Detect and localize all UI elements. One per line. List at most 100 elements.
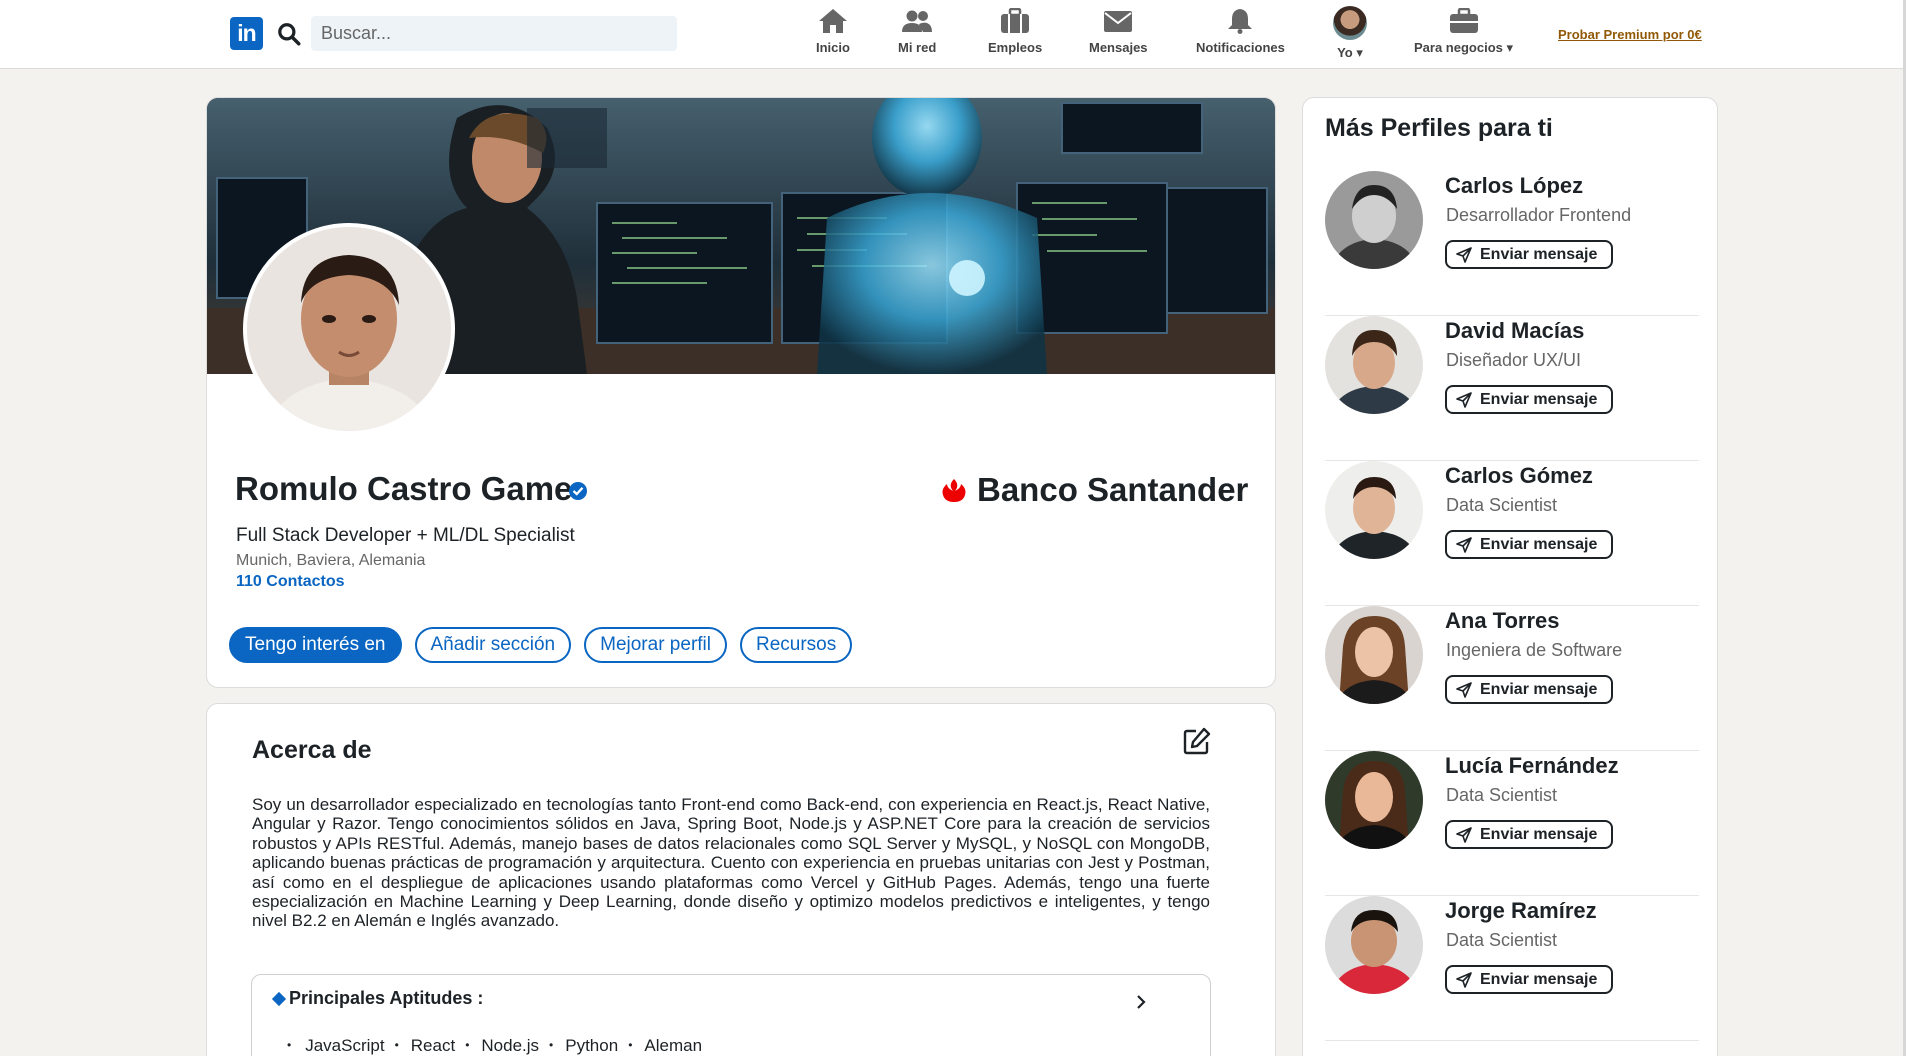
nav-notifications-label: Notificaciones: [1196, 40, 1285, 55]
resources-button[interactable]: Recursos: [740, 627, 853, 663]
person-role: Desarrollador Frontend: [1446, 205, 1632, 225]
premium-link[interactable]: Probar Premium por 0€: [1558, 27, 1702, 42]
send-icon: [1456, 681, 1472, 698]
profile-suggestion[interactable]: Jorge Ramírez Data Scientist Enviar mens…: [1325, 896, 1699, 1041]
about-text: Soy un desarrollador especializado en te…: [252, 795, 1210, 931]
send-icon: [1456, 246, 1472, 263]
chevron-down-icon: ▾: [1356, 45, 1363, 60]
send-icon: [1456, 391, 1472, 408]
avatar[interactable]: [1325, 461, 1423, 559]
nav-business-label: Para negocios: [1414, 40, 1503, 55]
person-role: Data Scientist: [1446, 930, 1558, 950]
person-name[interactable]: Lucía Fernández: [1445, 753, 1619, 779]
send-message-button[interactable]: Enviar mensaje: [1445, 820, 1614, 849]
person-role: Diseñador UX/UI: [1446, 350, 1582, 370]
sidebar-title: Más Perfiles para ti: [1325, 114, 1553, 142]
edit-icon[interactable]: [1182, 726, 1212, 756]
bell-icon: [1228, 9, 1253, 34]
profile-card: Romulo Castro Game Full Stack Developer …: [206, 97, 1276, 688]
profile-actions: Tengo interés en Añadir sección Mejorar …: [229, 627, 853, 663]
nav-me[interactable]: Yo ▾: [1333, 6, 1367, 61]
send-message-button[interactable]: Enviar mensaje: [1445, 675, 1614, 704]
nav-business[interactable]: Para negocios ▾: [1414, 8, 1513, 56]
avatar[interactable]: [1325, 171, 1423, 269]
skills-title: Principales Aptitudes :: [289, 988, 484, 1008]
about-title: Acerca de: [252, 736, 372, 764]
nav-notifications[interactable]: Notificaciones: [1196, 8, 1285, 55]
profile-name: Romulo Castro Game: [235, 470, 573, 507]
person-role: Data Scientist: [1446, 495, 1558, 515]
person-name[interactable]: Ana Torres: [1445, 608, 1560, 634]
send-message-label: Enviar mensaje: [1480, 390, 1598, 408]
send-message-button[interactable]: Enviar mensaje: [1445, 965, 1614, 994]
person-role: Ingeniera de Software: [1446, 640, 1623, 660]
nav-network[interactable]: Mi red: [898, 8, 936, 55]
send-message-label: Enviar mensaje: [1480, 825, 1598, 843]
top-skills-box[interactable]: Principales Aptitudes : JavaScript React…: [251, 974, 1211, 1056]
search-input[interactable]: [311, 16, 677, 51]
send-message-label: Enviar mensaje: [1480, 535, 1598, 553]
briefcase-icon: [1001, 8, 1030, 33]
profile-photo[interactable]: [243, 223, 455, 435]
current-company[interactable]: Banco Santander: [939, 470, 1248, 510]
improve-profile-button[interactable]: Mejorar perfil: [584, 627, 727, 663]
grid-briefcase-icon: [1449, 8, 1478, 33]
person-name[interactable]: David Macías: [1445, 318, 1584, 344]
skill-item: JavaScript: [287, 1036, 384, 1056]
linkedin-logo[interactable]: in: [230, 17, 263, 50]
skill-item: Node.js: [465, 1036, 539, 1056]
profile-suggestion[interactable]: Carlos López Desarrollador Frontend Envi…: [1325, 171, 1699, 316]
nav-network-label: Mi red: [898, 40, 937, 55]
contacts-link[interactable]: 110 Contactos: [236, 573, 344, 591]
nav-jobs-label: Empleos: [988, 40, 1043, 55]
profile-suggestion[interactable]: Ana Torres Ingeniera de Software Enviar …: [1325, 606, 1699, 751]
messages-icon: [1104, 11, 1133, 32]
profile-suggestion[interactable]: Lucía Fernández Data Scientist Enviar me…: [1325, 751, 1699, 896]
send-message-button[interactable]: Enviar mensaje: [1445, 530, 1614, 559]
about-card: Acerca de Soy un desarrollador especiali…: [206, 703, 1276, 1056]
person-name[interactable]: Carlos Gómez: [1445, 463, 1593, 489]
nav-home-label: Inicio: [816, 40, 850, 55]
nav-me-label: Yo: [1337, 45, 1353, 60]
profile-suggestion[interactable]: David Macías Diseñador UX/UI Enviar mens…: [1325, 316, 1699, 461]
avatar[interactable]: [1325, 316, 1423, 414]
skills-header: Principales Aptitudes :: [271, 988, 484, 1009]
send-icon: [1456, 536, 1472, 553]
person-role: Data Scientist: [1446, 785, 1558, 805]
skill-item: Aleman: [628, 1036, 702, 1056]
avatar[interactable]: [1325, 606, 1423, 704]
skills-list: JavaScript React Node.js Python Aleman: [287, 1036, 712, 1056]
skill-item: Python: [549, 1036, 618, 1056]
nav-home[interactable]: Inicio: [816, 8, 850, 55]
more-profiles-card: Más Perfiles para ti Carlos López Desarr…: [1302, 97, 1718, 1056]
search-icon[interactable]: [276, 21, 302, 47]
network-icon: [902, 10, 933, 32]
nav-messages[interactable]: Mensajes: [1089, 8, 1148, 55]
profile-suggestion[interactable]: Carlos Gómez Data Scientist Enviar mensa…: [1325, 461, 1699, 606]
santander-flame-icon: [942, 479, 966, 502]
verified-badge-icon: [569, 482, 587, 500]
person-name[interactable]: Jorge Ramírez: [1445, 898, 1597, 924]
avatar: [1333, 6, 1367, 40]
person-name[interactable]: Carlos López: [1445, 173, 1583, 199]
send-message-button[interactable]: Enviar mensaje: [1445, 385, 1614, 414]
home-icon: [818, 9, 847, 33]
nav-jobs[interactable]: Empleos: [988, 8, 1042, 55]
nav-messages-label: Mensajes: [1089, 40, 1148, 55]
chevron-right-icon[interactable]: [1132, 993, 1150, 1011]
profile-headline: Full Stack Developer + ML/DL Specialist: [236, 525, 575, 546]
avatar[interactable]: [1325, 896, 1423, 994]
avatar[interactable]: [1325, 751, 1423, 849]
send-icon: [1456, 826, 1472, 843]
send-message-label: Enviar mensaje: [1480, 680, 1598, 698]
add-section-button[interactable]: Añadir sección: [414, 627, 572, 663]
chevron-down-icon: ▾: [1506, 40, 1514, 55]
open-to-button[interactable]: Tengo interés en: [229, 627, 402, 663]
profile-location: Munich, Baviera, Alemania: [236, 552, 426, 569]
company-name: Banco Santander: [977, 471, 1249, 508]
send-icon: [1456, 971, 1472, 988]
send-message-button[interactable]: Enviar mensaje: [1445, 240, 1614, 269]
send-message-label: Enviar mensaje: [1480, 245, 1598, 263]
skill-item: React: [395, 1036, 455, 1056]
diamond-icon: [271, 991, 287, 1006]
